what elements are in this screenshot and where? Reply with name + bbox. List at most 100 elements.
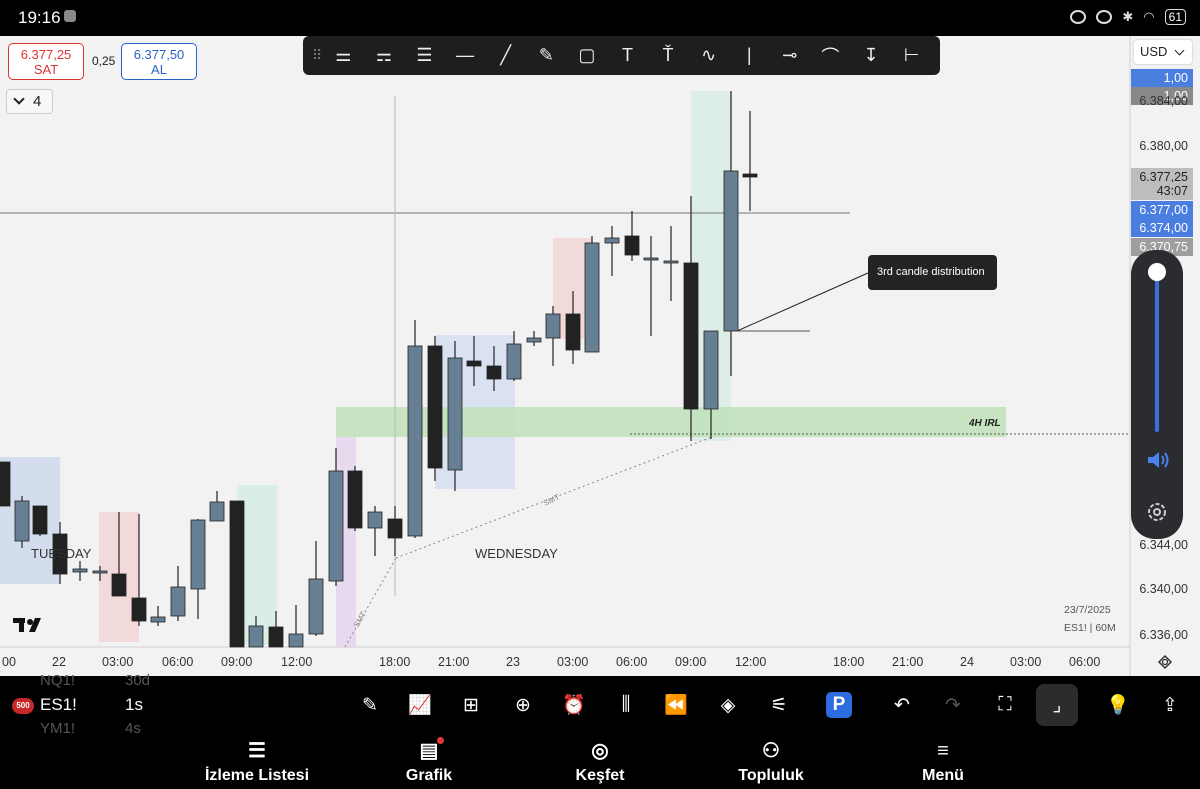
annotation-callout[interactable]: 3rd candle distribution xyxy=(868,255,997,290)
candle-body xyxy=(32,505,48,535)
settings-sliders-icon[interactable]: ⚟ xyxy=(763,690,795,720)
time-axis-label: 03:00 xyxy=(557,655,589,669)
candle-body xyxy=(14,500,30,542)
candle-body xyxy=(131,597,147,622)
buy-button[interactable]: 6.377,50 AL xyxy=(121,43,197,80)
candle-body xyxy=(526,337,542,343)
symbol-selector[interactable]: ES1! xyxy=(40,695,77,715)
volume-slider-track[interactable] xyxy=(1155,272,1159,432)
candle-type-icon[interactable]: ⫼ xyxy=(610,690,642,720)
tradingview-logo[interactable] xyxy=(13,618,41,632)
currency-select[interactable]: USD xyxy=(1133,39,1193,65)
vertical-line-icon[interactable]: | xyxy=(729,41,770,71)
zone-label: 4H IRL xyxy=(968,418,1001,429)
status-bar: 19:16 ✱ ◠ 61 xyxy=(0,0,1200,36)
bulb-icon[interactable]: 💡 xyxy=(1102,690,1134,720)
candle-body xyxy=(209,501,225,522)
time-axis-label: 18:00 xyxy=(379,655,411,669)
sell-button[interactable]: 6.377,25 SAT xyxy=(8,43,84,80)
chart-area[interactable]: 4H IRL SMT SMT TUESDAY WEDNESDAY 23/7/20… xyxy=(0,36,1200,676)
share-icon[interactable]: ⇪ xyxy=(1154,690,1186,720)
nav-label: Topluluk xyxy=(738,767,804,784)
nav-item-4[interactable]: ⚇ Topluluk xyxy=(706,739,836,785)
add-icon[interactable]: ⊕ xyxy=(507,690,539,720)
candle-body xyxy=(545,313,561,339)
candle-body xyxy=(367,511,383,529)
nav-item-3[interactable]: ◎ Keşfet xyxy=(535,739,665,785)
path-icon[interactable]: ∿ xyxy=(688,41,729,71)
alert-icon[interactable]: ⏰ xyxy=(558,690,590,720)
candle-body xyxy=(506,343,522,380)
horizontal-segment-icon[interactable]: ⊸ xyxy=(770,41,811,71)
horizontal-lines-icon[interactable]: ☰ xyxy=(404,41,445,71)
collapse-icon[interactable]: ⌟ xyxy=(1036,684,1078,726)
curve-icon[interactable]: ⌒ xyxy=(810,41,851,71)
candle-body xyxy=(328,470,344,582)
brush-icon[interactable]: ✎ xyxy=(526,41,567,71)
candle-body xyxy=(663,260,679,264)
legend-collapse-button[interactable]: 4 xyxy=(6,89,53,114)
volume-slider-knob[interactable] xyxy=(1148,263,1166,281)
time-axis-label: 12:00 xyxy=(281,655,313,669)
time-axis-label: 03:00 xyxy=(1010,655,1042,669)
layers-icon[interactable]: ◈ xyxy=(712,690,744,720)
chart-canvas[interactable]: 4H IRL SMT SMT TUESDAY WEDNESDAY 23/7/20… xyxy=(0,36,1200,676)
candle-body xyxy=(190,519,206,590)
horizontal-ray-icon[interactable]: — xyxy=(445,41,486,71)
sell-price: 6.377,25 xyxy=(20,47,72,62)
nav-item-5[interactable]: ≡ Menü xyxy=(878,739,1008,785)
broker-icon[interactable]: P xyxy=(826,692,852,718)
date-range-icon[interactable]: ⊢ xyxy=(891,41,932,71)
candle-body xyxy=(703,330,719,410)
candle-body xyxy=(723,170,739,332)
price-axis-label: 6.384,00 xyxy=(1139,94,1188,108)
nav-label: Grafik xyxy=(405,767,453,784)
candle-body xyxy=(407,345,423,537)
smt-label-1: SMT xyxy=(542,492,561,507)
candle-body xyxy=(72,568,88,573)
price-axis-label: 6.377,00 xyxy=(1131,201,1193,219)
time-axis-label: 09:00 xyxy=(675,655,707,669)
multi-level-lines-icon[interactable]: ⚌ xyxy=(323,41,364,71)
templates-icon[interactable]: ⊞ xyxy=(455,690,487,720)
notification-dot xyxy=(437,737,444,744)
price-range-icon[interactable]: ↧ xyxy=(851,41,892,71)
candle-body xyxy=(150,616,166,623)
tooltip-connector xyxy=(736,272,869,332)
candle-body xyxy=(447,357,463,471)
drag-handle-icon[interactable]: ⠿ xyxy=(309,47,323,64)
pencil-icon[interactable]: ✎ xyxy=(354,690,386,720)
nav-item-1[interactable]: ☰ İzleme Listesi xyxy=(192,739,322,785)
chevron-down-icon xyxy=(1174,45,1185,56)
legend-count: 4 xyxy=(33,93,42,110)
candle-body xyxy=(387,518,403,539)
text-icon[interactable]: T xyxy=(607,41,648,71)
trend-line-icon[interactable]: ╱ xyxy=(485,41,526,71)
text-box-icon[interactable]: Ť xyxy=(648,41,689,71)
chart-settings-icon[interactable] xyxy=(1157,654,1173,670)
candle-body xyxy=(111,573,127,597)
fullscreen-icon[interactable]: ⛶ xyxy=(989,690,1021,720)
day-label-tuesday: TUESDAY xyxy=(31,546,92,561)
bottom-navigation: ☰ İzleme Listesi ▤ Grafik ◎ Keşfet ⚇ Topluluk ≡ M… xyxy=(0,733,1200,789)
buy-label: AL xyxy=(151,62,167,77)
gear-icon[interactable] xyxy=(1145,500,1169,524)
time-axis-label: 00 xyxy=(2,655,16,669)
rectangle-icon[interactable]: ▢ xyxy=(567,41,608,71)
volume-overlay[interactable] xyxy=(1131,250,1183,539)
speaker-icon[interactable] xyxy=(1145,448,1171,472)
indicators-icon[interactable]: 📈 xyxy=(404,690,436,720)
interval-selector[interactable]: 1s xyxy=(125,695,143,715)
replay-icon[interactable]: ⏪ xyxy=(660,690,692,720)
nav-item-2[interactable]: ▤ Grafik xyxy=(364,737,494,785)
redo-icon[interactable]: ↷ xyxy=(937,690,969,720)
date-stamp: 23/7/2025 xyxy=(1064,604,1111,616)
undo-icon[interactable]: ↶ xyxy=(886,690,918,720)
price-axis-label: 6.374,00 xyxy=(1131,219,1193,237)
candle-body xyxy=(624,235,640,256)
battery-indicator: 61 xyxy=(1164,9,1186,25)
fib-lines-icon[interactable]: ⚎ xyxy=(364,41,405,71)
candle-body xyxy=(742,173,758,178)
chevron-down-icon xyxy=(13,93,25,105)
bottom-toolbar: NQ1! 30d 500 ES1! 1s YM1! 4s ✎ 📈 ⊞ ⊕ ⏰ ⫼ ⏪ ◈ ⚟ P ↶… xyxy=(0,672,1200,737)
